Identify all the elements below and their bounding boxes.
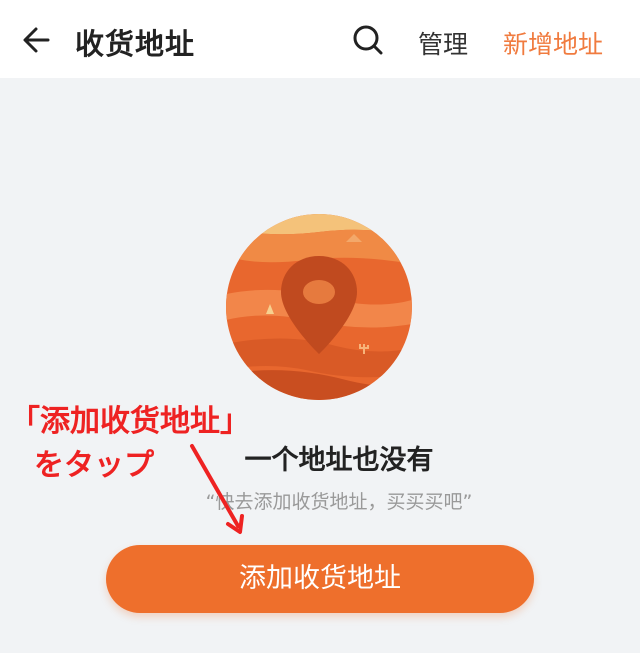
address-page: 收货地址 管理 新增地址 一个地址也没有 “快去添加收货地址，买买买吧” 添加收… [0,0,640,653]
annotation-instruction: をタップ [34,448,154,483]
page-title: 收货地址 [75,27,196,61]
annotation-label: 「添加收货地址」 [10,404,250,439]
empty-state-subtitle: “快去添加收货地址，买买买吧” [0,487,640,514]
search-icon [353,25,383,55]
add-address-button[interactable]: 添加收货地址 [106,545,534,613]
location-pin-illustration [226,214,412,400]
empty-state-title-text: 一个地址也没有 [244,445,434,476]
manage-button[interactable]: 管理 [418,25,468,61]
top-bar: 收货地址 管理 新增地址 [0,0,640,78]
annotation-arrow-icon [190,444,244,534]
back-button[interactable] [18,20,58,60]
add-new-address-button[interactable]: 新增地址 [503,25,603,61]
search-button[interactable] [348,20,388,60]
back-arrow-icon [23,27,50,53]
